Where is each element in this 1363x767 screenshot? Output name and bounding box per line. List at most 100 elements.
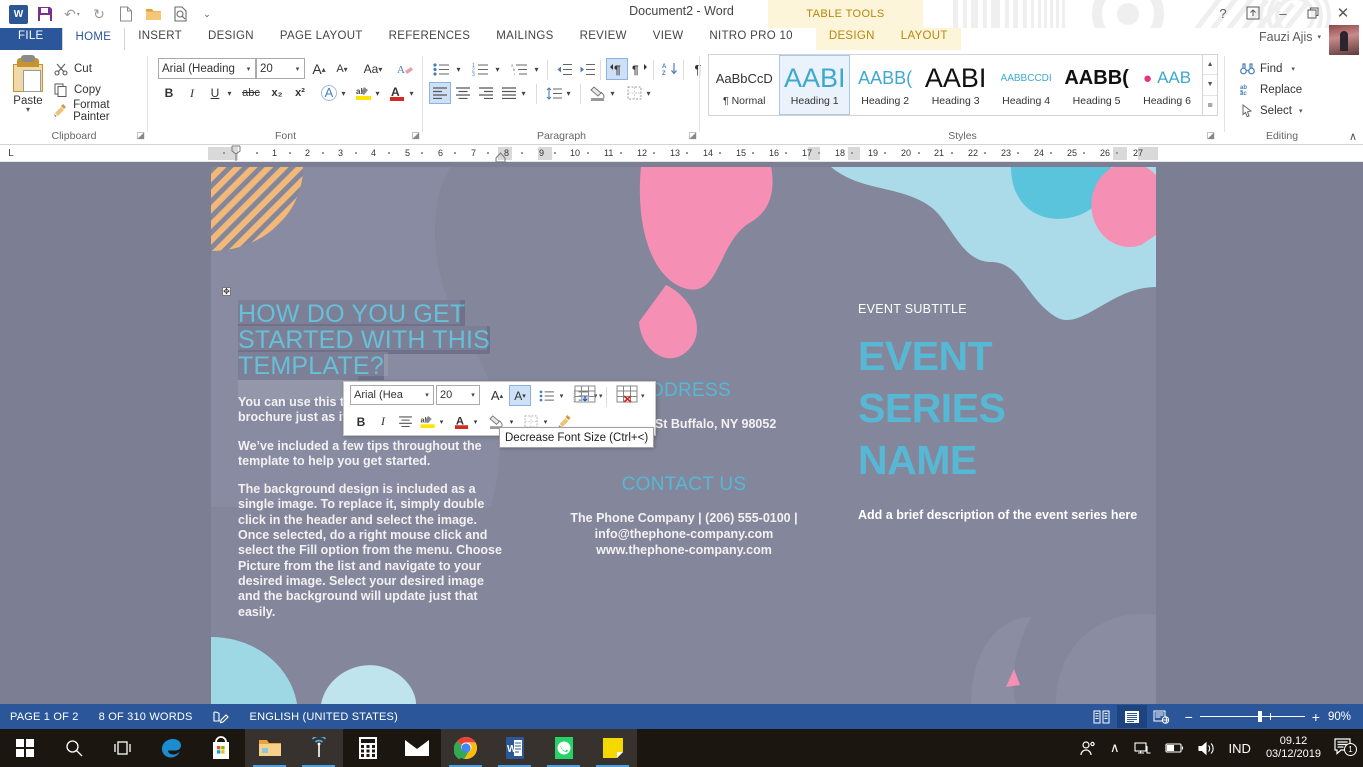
- ribbon-display-options-icon[interactable]: [1239, 2, 1267, 24]
- taskbar[interactable]: W ∧ IND 09.12 03/12/2019 1: [0, 729, 1363, 767]
- collapse-ribbon-button[interactable]: ∧: [1349, 130, 1357, 143]
- copy-button[interactable]: Copy: [50, 79, 148, 100]
- multilevel-list-button[interactable]: abi: [507, 58, 531, 80]
- style-normal[interactable]: AaBbCcD ¶ Normal: [709, 55, 779, 115]
- style-heading-6[interactable]: ● AAB Heading 6: [1132, 55, 1202, 115]
- style-heading-2[interactable]: AABB( Heading 2: [850, 55, 920, 115]
- styles-scroll-up-icon[interactable]: ▲: [1203, 55, 1217, 76]
- justify-button[interactable]: [498, 82, 520, 104]
- indent-marker-hanging[interactable]: [495, 150, 506, 168]
- word-icon[interactable]: W: [490, 729, 539, 767]
- clear-formatting-icon[interactable]: A: [394, 58, 416, 80]
- microsoft-store-icon[interactable]: [196, 729, 245, 767]
- mini-bold-button[interactable]: B: [350, 411, 372, 432]
- network-antenna-icon[interactable]: [294, 729, 343, 767]
- web-layout-button[interactable]: [1147, 705, 1177, 728]
- chrome-icon[interactable]: [441, 729, 490, 767]
- chevron-down-icon[interactable]: ▾: [1291, 65, 1295, 73]
- search-icon[interactable]: [49, 729, 98, 767]
- align-left-button[interactable]: [429, 82, 451, 104]
- cut-button[interactable]: Cut: [50, 58, 148, 79]
- chevron-down-icon[interactable]: ▾: [518, 82, 529, 104]
- chevron-down-icon[interactable]: ▾: [1299, 107, 1303, 115]
- language-indicator[interactable]: IND: [1222, 741, 1258, 756]
- grow-font-button[interactable]: A ▴: [308, 58, 330, 80]
- chevron-down-icon[interactable]: ▾: [291, 65, 304, 73]
- sort-button[interactable]: AZ: [659, 58, 681, 80]
- subscript-button[interactable]: x₂: [266, 82, 288, 104]
- system-tray[interactable]: ∧ IND 09.12 03/12/2019 1: [1072, 729, 1363, 767]
- increase-indent-button[interactable]: [576, 58, 598, 80]
- text-effects-button[interactable]: A: [318, 82, 340, 104]
- action-center-icon[interactable]: 1: [1329, 737, 1363, 759]
- battery-icon[interactable]: [1158, 742, 1191, 754]
- italic-button[interactable]: I: [181, 82, 203, 104]
- chevron-down-icon[interactable]: ▾: [563, 82, 574, 104]
- word-count[interactable]: 8 OF 310 WORDS: [89, 711, 203, 723]
- zoom-in-button[interactable]: +: [1312, 709, 1320, 725]
- styles-more-icon[interactable]: ≣: [1203, 96, 1217, 115]
- chevron-down-icon[interactable]: ▾: [421, 391, 433, 399]
- mini-font-color-button[interactable]: A: [450, 411, 472, 432]
- bold-button[interactable]: B: [158, 82, 180, 104]
- mini-font-size-combobox[interactable]: 20 ▾: [436, 385, 480, 405]
- font-size-combobox[interactable]: 20 ▾: [256, 58, 305, 79]
- mini-shrink-font-button[interactable]: A ▾: [509, 385, 531, 406]
- style-heading-1[interactable]: AABI Heading 1: [779, 55, 850, 115]
- sticky-notes-icon[interactable]: [588, 729, 637, 767]
- redo-icon[interactable]: ↻: [87, 2, 111, 26]
- chevron-down-icon[interactable]: ▾: [607, 82, 618, 104]
- chevron-down-icon[interactable]: ▾: [338, 82, 349, 104]
- open-folder-icon[interactable]: [141, 2, 165, 26]
- save-icon[interactable]: [33, 2, 57, 26]
- format-painter-button[interactable]: Format Painter: [50, 99, 148, 123]
- paragraph-dialog-launcher[interactable]: ◪: [688, 130, 697, 141]
- rtl-text-direction-button[interactable]: ¶: [629, 58, 651, 80]
- tab-stop-selector[interactable]: L: [0, 145, 22, 162]
- status-right[interactable]: − + 90%: [1087, 704, 1363, 729]
- print-layout-button[interactable]: [1116, 705, 1147, 728]
- text-highlight-color-button[interactable]: ab: [352, 82, 374, 104]
- style-heading-3[interactable]: AABI Heading 3: [920, 55, 990, 115]
- chevron-down-icon[interactable]: ▾: [492, 58, 503, 80]
- mini-italic-button[interactable]: I: [372, 411, 394, 432]
- show-hidden-icons-button[interactable]: ∧: [1103, 740, 1127, 756]
- network-icon[interactable]: [1127, 741, 1158, 756]
- strikethrough-button[interactable]: abc: [238, 82, 264, 104]
- account-name[interactable]: Fauzi Ajis ▾: [1259, 30, 1321, 44]
- select-button[interactable]: Select ▾: [1236, 100, 1305, 121]
- proofing-errors-icon[interactable]: [203, 710, 240, 724]
- bullets-button[interactable]: [429, 58, 453, 80]
- clipboard-dialog-launcher[interactable]: ◪: [136, 130, 145, 141]
- mini-bullets-button[interactable]: [536, 385, 558, 406]
- read-mode-button[interactable]: [1087, 705, 1117, 728]
- line-spacing-button[interactable]: [543, 82, 565, 104]
- quick-access-toolbar[interactable]: W ↶ ▾ ↻ ⌄: [6, 2, 219, 26]
- help-icon[interactable]: ?: [1209, 2, 1237, 24]
- replace-button[interactable]: ab ac Replace: [1236, 79, 1305, 100]
- calculator-icon[interactable]: [343, 729, 392, 767]
- chevron-down-icon[interactable]: ▾: [436, 411, 447, 432]
- zoom-slider[interactable]: − +: [1185, 709, 1320, 725]
- find-button[interactable]: Find ▾: [1236, 58, 1305, 79]
- underline-dropdown-icon[interactable]: ▾: [224, 82, 235, 104]
- print-preview-icon[interactable]: [168, 2, 192, 26]
- doc-right-column[interactable]: EVENT SUBTITLE EVENT SERIES NAME Add a b…: [858, 302, 1148, 523]
- indent-marker-left[interactable]: [230, 145, 242, 167]
- whatsapp-icon[interactable]: [539, 729, 588, 767]
- chevron-down-icon[interactable]: ▾: [453, 58, 464, 80]
- underline-button[interactable]: U: [204, 82, 226, 104]
- mini-align-center-button[interactable]: [394, 411, 416, 432]
- paste-button[interactable]: Paste ▾: [6, 55, 50, 114]
- customize-qat-icon[interactable]: ⌄: [195, 2, 219, 26]
- zoom-level[interactable]: 90%: [1328, 711, 1363, 723]
- chevron-down-icon[interactable]: ▾: [470, 411, 481, 432]
- mini-grow-font-button[interactable]: A ▴: [486, 385, 508, 406]
- font-color-button[interactable]: A: [386, 82, 408, 104]
- decrease-indent-button[interactable]: [553, 58, 575, 80]
- change-case-button[interactable]: Aa ▾: [357, 58, 389, 80]
- styles-scroll-down-icon[interactable]: ▼: [1203, 75, 1217, 96]
- align-right-button[interactable]: [475, 82, 497, 104]
- zoom-track[interactable]: [1199, 711, 1305, 722]
- start-button[interactable]: [0, 729, 49, 767]
